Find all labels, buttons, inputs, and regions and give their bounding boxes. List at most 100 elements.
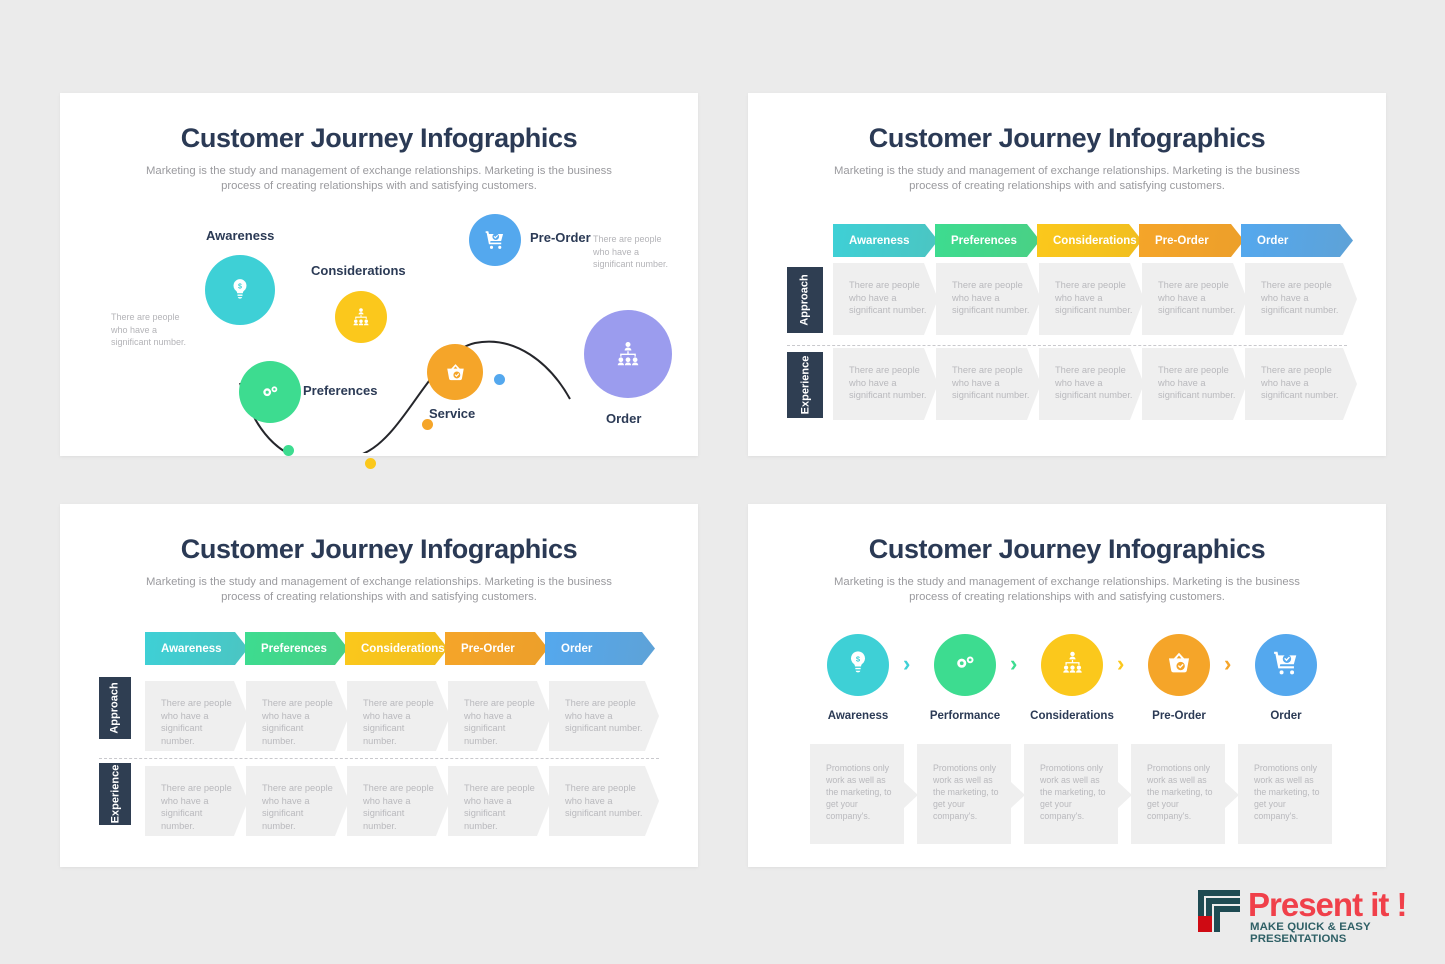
stage-label: Considerations xyxy=(361,642,445,655)
page-title: Customer Journey Infographics xyxy=(868,534,1266,564)
node-pre-order[interactable] xyxy=(469,214,521,266)
stage-chevron-order[interactable]: Order xyxy=(545,632,655,665)
stage-chevron-order[interactable]: Order xyxy=(1241,224,1353,257)
stage-chevron-preferences[interactable]: Preferences xyxy=(245,632,348,665)
stage-label: Preferences xyxy=(951,234,1017,247)
stage-ribbon: Awareness Preferences Considerations Pre-Or… xyxy=(145,632,652,665)
step-label: Performance xyxy=(929,710,1001,722)
step-label: Order xyxy=(1270,710,1302,722)
node-awareness[interactable]: $ xyxy=(205,255,275,325)
step-notch-icon xyxy=(1225,782,1239,808)
matrix-cell: There are people who have a significant … xyxy=(1245,263,1357,335)
stage-label: Considerations xyxy=(1053,234,1137,247)
stage-chevron-considerations[interactable]: Considerations xyxy=(1037,224,1142,257)
stage-chevron-considerations[interactable]: Considerations xyxy=(345,632,448,665)
stage-label: Preferences xyxy=(261,642,327,655)
curve-dot-4 xyxy=(494,374,505,385)
page-title: Customer Journey Infographics xyxy=(180,534,578,564)
row-label-text: Approach xyxy=(799,274,811,326)
node-label-order: Order xyxy=(606,411,642,426)
step-circle-awareness[interactable]: $ xyxy=(827,634,889,696)
basket-check-icon xyxy=(1165,649,1193,682)
stage-chevron-preferences[interactable]: Preferences xyxy=(935,224,1040,257)
step-arrow-icon: › xyxy=(1010,651,1018,676)
matrix-cell: There are people who have a significant … xyxy=(1245,348,1357,420)
stage-chevron-pre-order[interactable]: Pre-Order xyxy=(1139,224,1244,257)
row-experience-cells: There are people who have a significant … xyxy=(833,348,1355,420)
stage-chevron-awareness[interactable]: Awareness xyxy=(145,632,248,665)
step-label: Considerations xyxy=(1030,710,1114,722)
matrix-cell: There are people who have a significant … xyxy=(1142,263,1247,335)
matrix-cell: There are people who have a significant … xyxy=(936,263,1041,335)
node-preferences[interactable] xyxy=(239,361,301,423)
row-approach-cells: There are people who have a significant … xyxy=(145,681,657,751)
step-description: Promotions only work as well as the mark… xyxy=(1024,744,1118,844)
matrix-cell: There are people who have a significant … xyxy=(246,681,349,751)
matrix-cell: There are people who have a significant … xyxy=(1039,263,1144,335)
matrix-cell: There are people who have a significant … xyxy=(833,263,938,335)
curve-dot-3 xyxy=(422,419,433,430)
node-label-pre-order: Pre-Order xyxy=(530,230,591,245)
stage-chevron-awareness[interactable]: Awareness xyxy=(833,224,938,257)
row-divider xyxy=(99,758,659,759)
step-notch-icon xyxy=(904,782,918,808)
matrix-cell: There are people who have a significant … xyxy=(549,766,659,836)
cart-check-icon xyxy=(485,231,504,249)
org-chart-icon xyxy=(353,308,369,326)
lightbulb-dollar-icon: $ xyxy=(844,649,872,682)
matrix-cell: There are people who have a significant … xyxy=(549,681,659,751)
row-label-text: Experience xyxy=(109,764,122,824)
stage-label: Awareness xyxy=(161,642,222,655)
panel-chevron-matrix-compact: Customer Journey Infographics Marketing … xyxy=(60,504,698,867)
gears-icon xyxy=(951,649,979,682)
row-label-text: Approach xyxy=(109,682,121,734)
curve-diagram: $ Awareness Preferences Considerations S… xyxy=(60,203,698,469)
gears-icon xyxy=(263,386,278,397)
step-label: Pre-Order xyxy=(1152,710,1206,722)
panel-chevron-matrix-wide: Customer Journey Infographics Marketing … xyxy=(748,93,1386,456)
page-subtitle: Marketing is the study and management of… xyxy=(146,576,612,603)
step-description: Promotions only work as well as the mark… xyxy=(917,744,1011,844)
node-order[interactable] xyxy=(584,310,672,398)
node-considerations[interactable] xyxy=(335,291,387,343)
node-label-preferences: Preferences xyxy=(303,383,378,398)
step-circle-performance[interactable] xyxy=(934,634,996,696)
matrix-cell: There are people who have a significant … xyxy=(347,681,450,751)
page-subtitle: Marketing is the study and management of… xyxy=(834,165,1300,192)
node-label-awareness: Awareness xyxy=(206,228,275,243)
basket-check-icon xyxy=(446,363,464,380)
step-arrow-icon: › xyxy=(903,651,911,676)
stage-label: Order xyxy=(1257,234,1289,247)
org-chart-icon xyxy=(1059,649,1086,681)
page-title: Customer Journey Infographics xyxy=(180,123,578,153)
row-label-experience: Experience xyxy=(99,763,131,825)
node-service[interactable] xyxy=(427,344,483,400)
row-label-experience: Experience xyxy=(787,352,823,418)
stage-label: Order xyxy=(561,642,593,655)
page-subtitle: Marketing is the study and management of… xyxy=(834,576,1300,603)
step-circle-considerations[interactable] xyxy=(1041,634,1103,696)
step-circle-order[interactable] xyxy=(1255,634,1317,696)
stage-label: Awareness xyxy=(849,234,910,247)
row-label-text: Experience xyxy=(799,355,812,415)
panel-circle-steps: Customer Journey Infographics Marketing … xyxy=(748,504,1386,867)
stage-ribbon: Awareness Preferences Considerations Pre-Or… xyxy=(833,224,1350,257)
stage-label: Pre-Order xyxy=(461,642,515,655)
present-it-mark-icon xyxy=(1198,890,1240,932)
row-divider xyxy=(787,345,1347,346)
matrix-cell: There are people who have a significant … xyxy=(448,766,551,836)
step-circle-pre-order[interactable] xyxy=(1148,634,1210,696)
step-arrow-icon: › xyxy=(1224,651,1232,676)
row-experience-cells: There are people who have a significant … xyxy=(145,766,657,836)
stage-chevron-pre-order[interactable]: Pre-Order xyxy=(445,632,548,665)
lightbulb-dollar-icon: $ xyxy=(233,279,247,299)
logo-wordmark: Present it ! xyxy=(1248,886,1408,923)
step-notch-icon xyxy=(1118,782,1132,808)
step-description: Promotions only work as well as the mark… xyxy=(810,744,904,844)
logo-tagline: MAKE QUICK & EASY PRESENTATIONS xyxy=(1250,921,1371,945)
page-subtitle: Marketing is the study and management of… xyxy=(146,165,612,192)
step-label: Awareness xyxy=(827,710,889,722)
matrix-cell: There are people who have a significant … xyxy=(145,766,248,836)
cart-check-icon xyxy=(1272,649,1300,682)
matrix-cell: There are people who have a significant … xyxy=(448,681,551,751)
